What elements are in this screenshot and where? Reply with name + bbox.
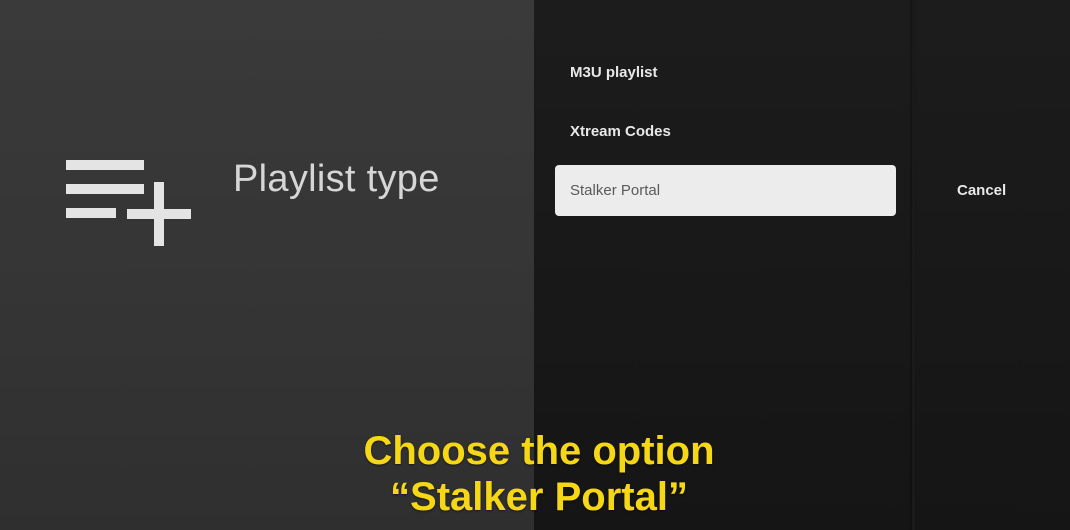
caption-line-2: “Stalker Portal” [390, 475, 688, 519]
option-stalker-portal[interactable]: Stalker Portal [555, 165, 896, 216]
playlist-add-icon [66, 156, 196, 250]
cancel-button[interactable]: Cancel [957, 182, 1006, 199]
caption-line-1: Choose the option [363, 429, 715, 473]
dialog-title: Playlist type [233, 158, 440, 200]
option-m3u-playlist[interactable]: M3U playlist [570, 64, 658, 81]
option-xtream-codes[interactable]: Xtream Codes [570, 123, 671, 140]
